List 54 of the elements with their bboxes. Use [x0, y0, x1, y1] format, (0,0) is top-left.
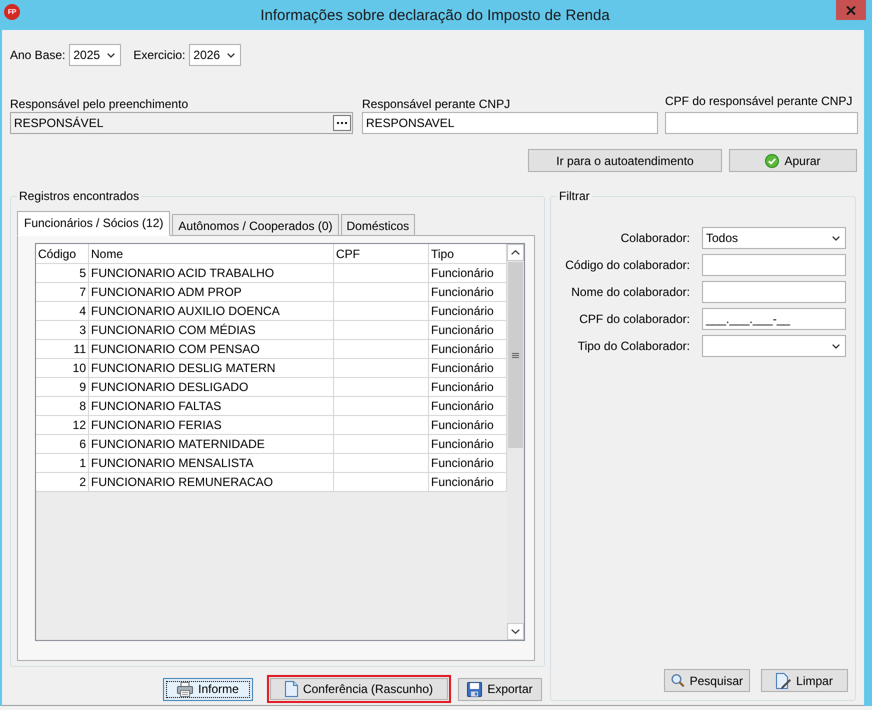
self-service-button[interactable]: Ir para o autoatendimento [528, 149, 722, 172]
close-button[interactable] [836, 0, 866, 20]
field-label: Tipo do Colaborador: [578, 339, 690, 353]
dropdown-field[interactable] [702, 335, 846, 357]
field-label: Código do colaborador: [565, 258, 690, 272]
chevron-down-icon [511, 629, 520, 634]
dropdown-field[interactable]: 2026 [189, 44, 242, 66]
scrollbar[interactable] [507, 244, 524, 640]
window-title: Informações sobre declaração do Imposto de Renda [260, 6, 610, 24]
text-field[interactable] [702, 254, 846, 276]
dropdown-field[interactable]: 2025 [69, 44, 122, 66]
table-cell: FUNCIONARIO REMUNERACAO [89, 473, 334, 492]
text-field[interactable]: RESPONSÁVEL [10, 112, 353, 134]
grip-icon [512, 352, 519, 358]
text-field[interactable] [702, 281, 846, 303]
calculate-button[interactable]: Apurar [729, 149, 857, 172]
export-button[interactable]: Exportar [458, 678, 542, 700]
field-label: Responsável pelo preenchimento [10, 97, 190, 111]
tab[interactable]: Autônomos / Cooperados (0) [172, 214, 338, 236]
draft-button[interactable]: Conferência (Rascunho) [270, 678, 448, 700]
chevron-down-icon [832, 236, 840, 240]
tab[interactable]: Funcionários / Sócios (12) [17, 211, 170, 236]
chevron-down-icon [832, 344, 840, 348]
text-field[interactable]: ___.___.___-__ [702, 308, 846, 330]
text-field[interactable] [665, 112, 858, 134]
tab[interactable]: Domésticos [340, 214, 416, 236]
group-title: Filtrar [558, 189, 591, 203]
field-label: CPF do responsável perante CNPJ [665, 94, 854, 108]
printer-icon [177, 682, 194, 696]
chevron-up-icon [511, 250, 520, 255]
field-label: CPF do colaborador: [579, 312, 690, 326]
close-icon [846, 6, 856, 14]
search-icon [671, 673, 685, 688]
scroll-down-button[interactable] [507, 623, 524, 640]
scroll-up-button[interactable] [507, 244, 524, 261]
group-title: Registros encontrados [18, 189, 140, 203]
chevron-down-icon [107, 52, 116, 58]
report-button[interactable]: Informe [163, 678, 253, 700]
chevron-down-icon [227, 52, 236, 58]
clear-button[interactable]: Limpar [761, 669, 848, 692]
lookup-button[interactable] [333, 115, 351, 131]
field-label: Exercicio: [133, 48, 186, 62]
document-icon [284, 681, 298, 697]
search-button[interactable]: Pesquisar [664, 669, 750, 692]
dropdown-field[interactable]: Todos [702, 227, 846, 249]
field-label: Colaborador: [620, 231, 690, 245]
document-pencil-icon [776, 672, 792, 688]
text-field[interactable]: RESPONSAVEL [362, 112, 658, 134]
field-label: Ano Base: [10, 48, 66, 62]
scrollbar-thumb[interactable] [508, 262, 523, 448]
field-label: Responsável perante CNPJ [362, 97, 512, 111]
table-cell: 2 [36, 473, 89, 492]
check-circle-icon [765, 154, 780, 168]
field-label: Nome do colaborador: [571, 285, 690, 299]
